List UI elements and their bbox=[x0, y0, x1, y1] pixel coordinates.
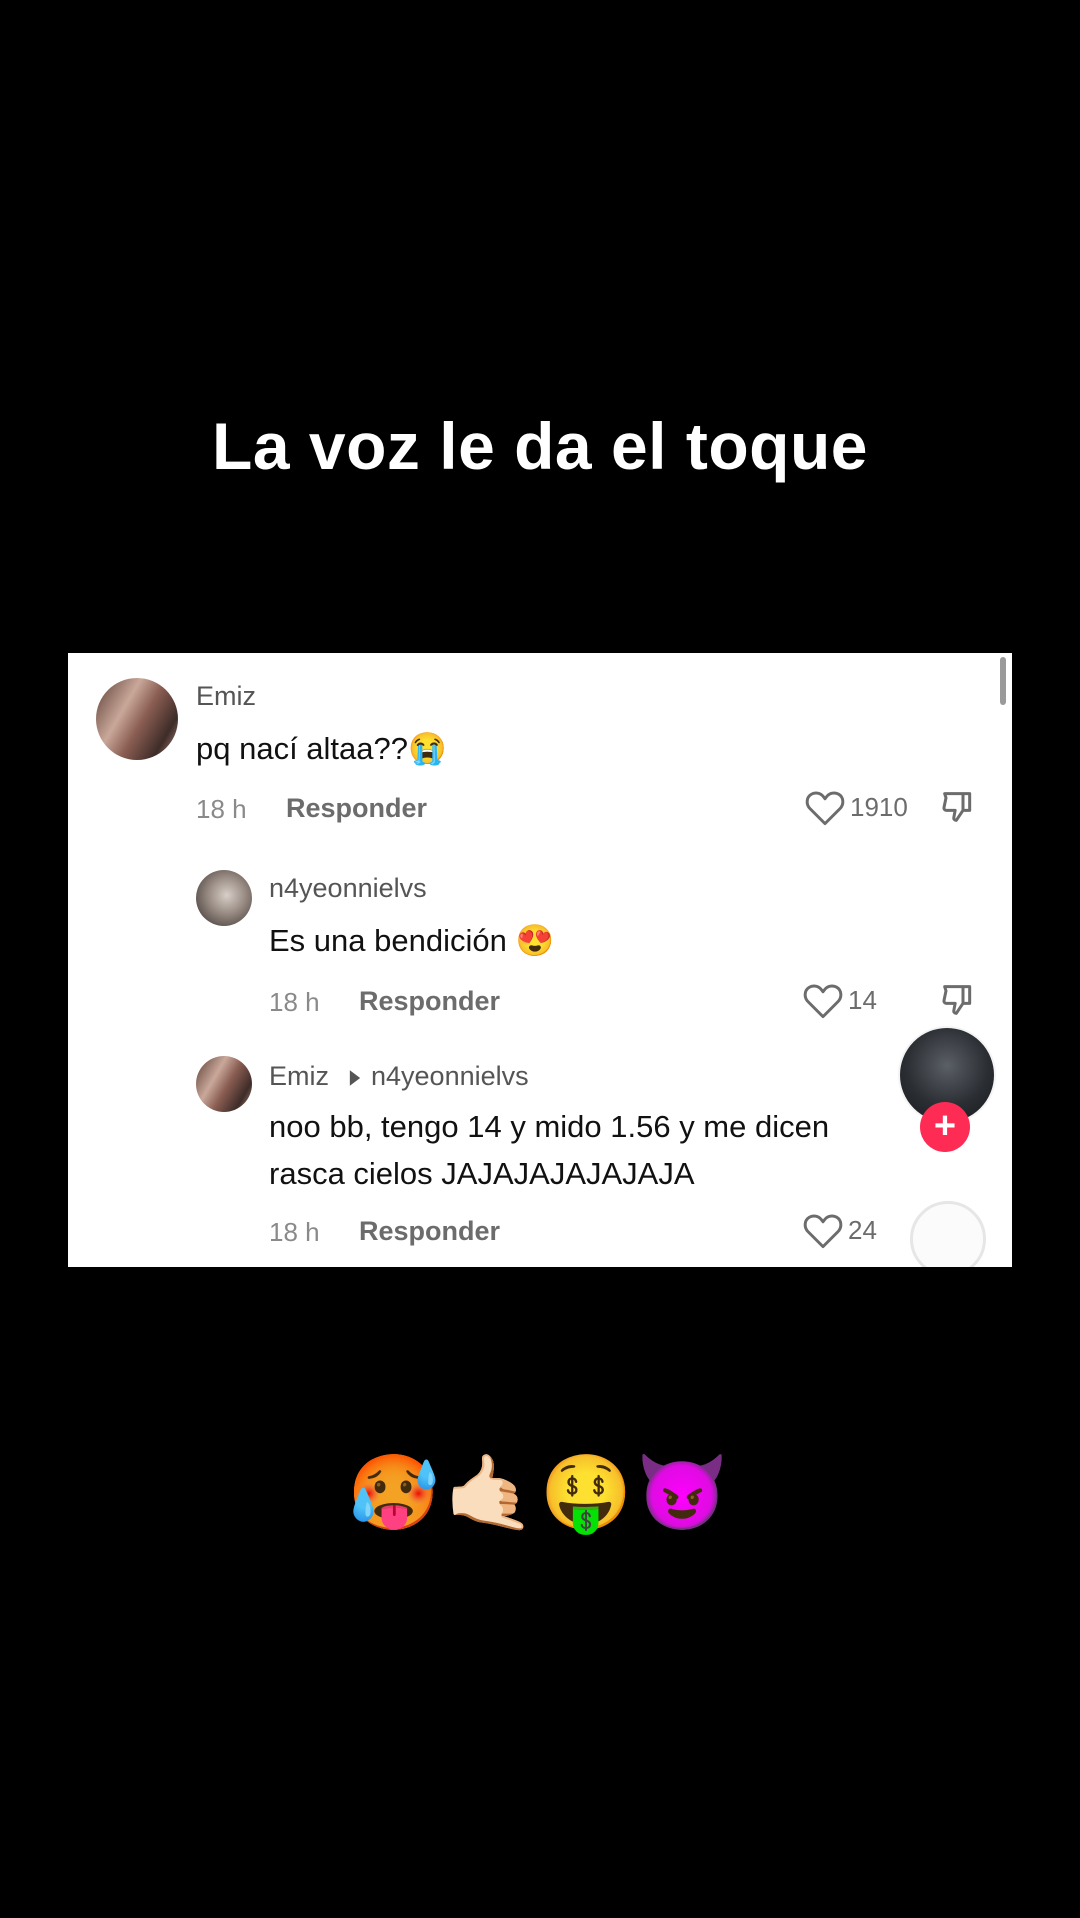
like-button[interactable]: 14 bbox=[802, 980, 877, 1020]
follow-button[interactable]: + bbox=[920, 1102, 970, 1152]
comment-time: 18 h bbox=[196, 794, 247, 824]
avatar[interactable] bbox=[196, 1056, 252, 1112]
caption-emojis: 🥵🤙🏻🤑😈 bbox=[347, 1451, 733, 1534]
reply-button[interactable]: Responder bbox=[286, 793, 427, 824]
comment-text: pq nací altaa??😭 bbox=[196, 731, 447, 766]
like-count: 14 bbox=[848, 984, 877, 1015]
thumbs-down-icon[interactable] bbox=[938, 980, 978, 1020]
comment-time: 18 h bbox=[269, 987, 320, 1017]
heart-outline-icon bbox=[803, 1214, 843, 1249]
reply-button[interactable]: Responder bbox=[359, 986, 500, 1017]
reply-to-username[interactable]: n4yeonnielvs bbox=[371, 1061, 529, 1092]
comment-username[interactable]: Emiz bbox=[196, 681, 256, 712]
comment-username[interactable]: n4yeonnielvs bbox=[269, 873, 427, 904]
like-button[interactable]: 24 bbox=[802, 1210, 877, 1250]
video-frame: La voz le da el toque Emiz pq nací altaa… bbox=[0, 0, 1080, 1918]
comment-time: 18 h bbox=[269, 1217, 320, 1247]
comment-text-line2: rasca cielos JAJAJAJAJAJAJA bbox=[269, 1156, 695, 1191]
comments-screenshot: Emiz pq nací altaa??😭 18 h Responder 191… bbox=[68, 653, 1012, 1267]
comment-text: Es una bendición 😍 bbox=[269, 923, 555, 958]
caption-top: La voz le da el toque bbox=[212, 409, 868, 483]
like-count: 24 bbox=[848, 1214, 877, 1245]
overlay-ghost-button[interactable] bbox=[910, 1201, 986, 1267]
triangle-right-icon bbox=[349, 1070, 361, 1086]
avatar[interactable] bbox=[96, 678, 178, 760]
thumbs-down-icon[interactable] bbox=[938, 787, 978, 827]
like-count: 1910 bbox=[850, 791, 908, 822]
like-button[interactable]: 1910 bbox=[804, 787, 908, 827]
reply-button[interactable]: Responder bbox=[359, 1216, 500, 1247]
comment-username[interactable]: Emiz bbox=[269, 1061, 329, 1092]
comment-text-line1: noo bb, tengo 14 y mido 1.56 y me dicen bbox=[269, 1109, 830, 1144]
heart-outline-icon bbox=[805, 791, 845, 826]
scrollbar[interactable] bbox=[1000, 657, 1006, 705]
avatar[interactable] bbox=[196, 870, 252, 926]
heart-outline-icon bbox=[803, 984, 843, 1019]
